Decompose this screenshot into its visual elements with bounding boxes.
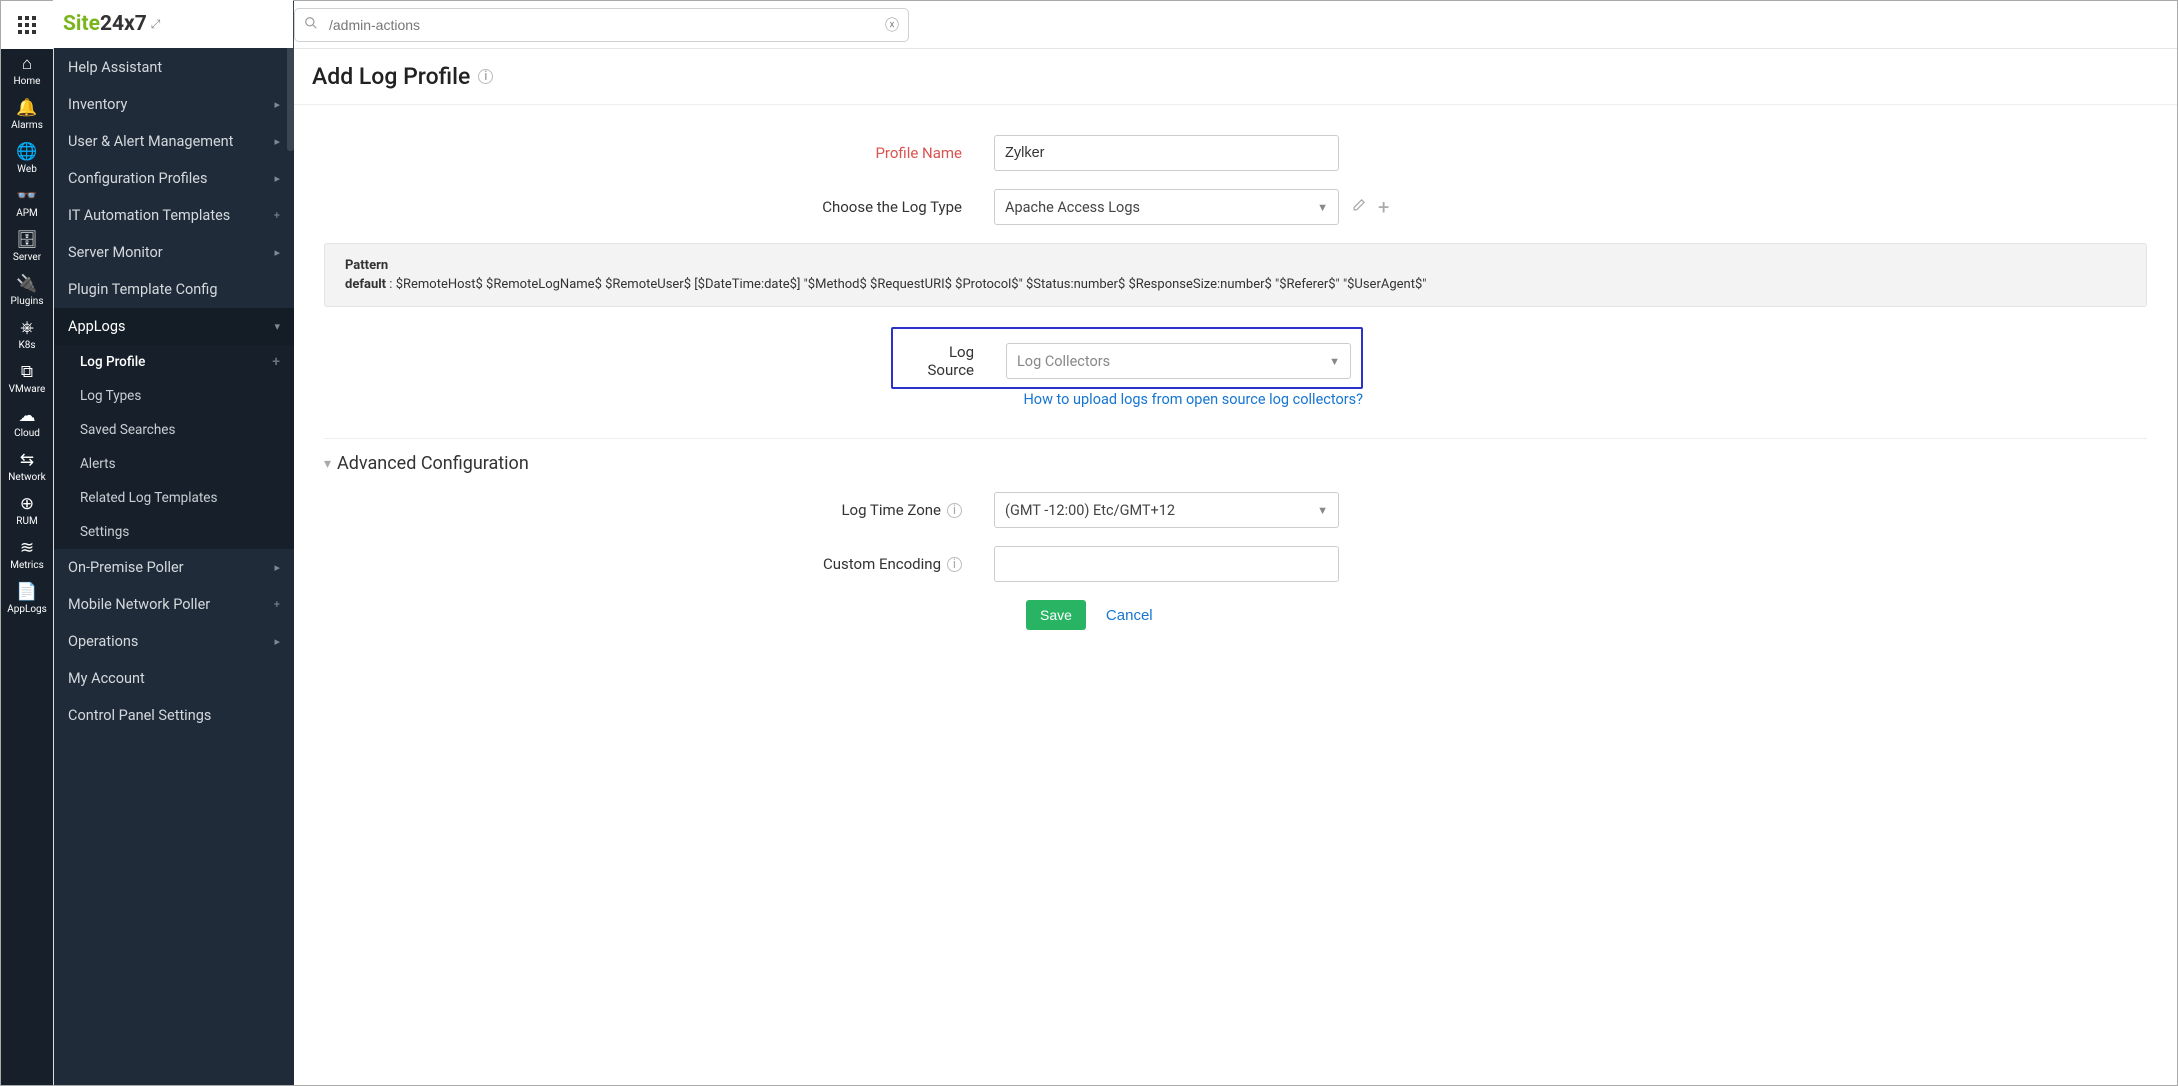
search-input[interactable] (294, 8, 909, 42)
rail-k8s[interactable]: ⎈K8s (1, 313, 53, 357)
chevron-down-icon: ▼ (1317, 504, 1328, 517)
subitem-alerts[interactable]: Alerts (54, 447, 294, 481)
sidebar-applogs-submenu: Log Profile+ Log Types Saved Searches Al… (54, 345, 294, 549)
metrics-icon: ≋ (20, 540, 34, 557)
clear-search-icon[interactable]: ⓧ (885, 15, 899, 35)
plug-icon: 🔌 (16, 276, 37, 293)
rail-network[interactable]: ⇆Network (1, 445, 53, 489)
add-icon[interactable]: + (1378, 195, 1389, 219)
binoculars-icon: 👓 (16, 188, 37, 205)
caret-icon: ▸ (274, 135, 280, 148)
rum-icon: ⊕ (20, 496, 34, 513)
plus-icon: + (274, 209, 280, 222)
pattern-body: default : $RemoteHost$ $RemoteLogName$ $… (345, 277, 2126, 292)
rail-metrics[interactable]: ≋Metrics (1, 533, 53, 577)
sidebar-plugin-template[interactable]: Plugin Template Config (54, 271, 294, 308)
page-title: Add Log Profile i (312, 63, 2159, 90)
form-area: Profile Name Choose the Log Type Apache … (294, 105, 2177, 660)
save-button[interactable]: Save (1026, 600, 1086, 630)
chevron-down-icon: ▼ (1329, 355, 1340, 368)
server-icon: 🗄 (16, 232, 38, 249)
chevron-down-icon: ▾ (324, 456, 331, 472)
rail-server[interactable]: 🗄Server (1, 225, 53, 269)
subitem-saved-searches[interactable]: Saved Searches (54, 413, 294, 447)
log-type-select[interactable]: Apache Access Logs ▼ (994, 189, 1339, 225)
brand-logo: Site24x7 (63, 12, 147, 36)
sidebar-server-monitor[interactable]: Server Monitor▸ (54, 234, 294, 271)
sidebar-control-panel[interactable]: Control Panel Settings (54, 697, 294, 734)
kubernetes-icon: ⎈ (20, 320, 34, 337)
rail-apm[interactable]: 👓APM (1, 181, 53, 225)
info-icon[interactable]: i (947, 557, 962, 572)
rail-alarms[interactable]: 🔔Alarms (1, 93, 53, 137)
rail-plugins[interactable]: 🔌Plugins (1, 269, 53, 313)
advanced-config-header[interactable]: ▾ Advanced Configuration (324, 438, 2147, 474)
sidebar-operations[interactable]: Operations▸ (54, 623, 294, 660)
plus-icon[interactable]: + (272, 354, 280, 370)
chevron-down-icon: ▼ (1317, 201, 1328, 214)
search-wrap: ⓧ (294, 8, 909, 42)
rail-applogs[interactable]: 📄AppLogs (1, 577, 53, 621)
subitem-settings[interactable]: Settings (54, 515, 294, 549)
rail-rum[interactable]: ⊕RUM (1, 489, 53, 533)
sidebar-mobile-poller[interactable]: Mobile Network Poller+ (54, 586, 294, 623)
icon-rail: ⌂Home 🔔Alarms 🌐Web 👓APM 🗄Server 🔌Plugins… (1, 1, 54, 1085)
timezone-label: Log Time Zone i (324, 501, 994, 519)
page-header: Add Log Profile i (294, 49, 2177, 105)
main: Site24x7 ⤢ ⓧ Add Log Profile i Profile N… (294, 1, 2177, 1085)
cloud-icon: ☁ (19, 408, 36, 425)
caret-icon: ▸ (274, 98, 280, 111)
sidebar-inventory[interactable]: Inventory▸ (54, 86, 294, 123)
sidebar-config-profiles[interactable]: Configuration Profiles▸ (54, 160, 294, 197)
sidebar-it-automation[interactable]: IT Automation Templates+ (54, 197, 294, 234)
caret-icon: ▸ (274, 635, 280, 648)
applogs-icon: 📄 (16, 584, 37, 601)
log-source-highlight: Log Source Log Collectors ▼ (891, 327, 1363, 389)
globe-icon: 🌐 (16, 144, 37, 161)
subitem-log-types[interactable]: Log Types (54, 379, 294, 413)
apps-grid-icon[interactable] (18, 1, 36, 49)
profile-name-input[interactable] (994, 135, 1339, 171)
network-icon: ⇆ (20, 452, 34, 469)
rail-cloud[interactable]: ☁Cloud (1, 401, 53, 445)
log-source-label: Log Source (903, 343, 1006, 379)
chevron-down-icon: ▾ (274, 320, 280, 333)
sidebar-applogs[interactable]: AppLogs▾ (54, 308, 294, 345)
cancel-button[interactable]: Cancel (1106, 607, 1153, 624)
caret-icon: ▸ (274, 561, 280, 574)
sidebar-help-assistant[interactable]: Help Assistant (54, 49, 294, 86)
timezone-select[interactable]: (GMT -12:00) Etc/GMT+12 ▼ (994, 492, 1339, 528)
rail-home[interactable]: ⌂Home (1, 49, 53, 93)
sidebar: Help Assistant Inventory▸ User & Alert M… (54, 1, 294, 1085)
info-icon[interactable]: i (947, 503, 962, 518)
encoding-input[interactable] (994, 546, 1339, 582)
edit-icon[interactable] (1351, 198, 1366, 217)
log-type-label: Choose the Log Type (324, 198, 994, 216)
sidebar-user-alert[interactable]: User & Alert Management▸ (54, 123, 294, 160)
bell-icon: 🔔 (16, 100, 37, 117)
log-source-select[interactable]: Log Collectors ▼ (1006, 343, 1351, 379)
expand-icon[interactable]: ⤢ (151, 17, 161, 32)
subitem-log-profile[interactable]: Log Profile+ (54, 345, 294, 379)
caret-icon: ▸ (274, 246, 280, 259)
sidebar-my-account[interactable]: My Account (54, 660, 294, 697)
search-icon (304, 16, 318, 34)
pattern-box: Pattern default : $RemoteHost$ $RemoteLo… (324, 243, 2147, 307)
plus-icon: + (274, 598, 280, 611)
pattern-title: Pattern (345, 258, 2126, 273)
info-icon[interactable]: i (478, 69, 493, 84)
home-icon: ⌂ (22, 56, 32, 73)
caret-icon: ▸ (274, 172, 280, 185)
subitem-related-templates[interactable]: Related Log Templates (54, 481, 294, 515)
rail-web[interactable]: 🌐Web (1, 137, 53, 181)
topbar: ⓧ (294, 1, 2177, 49)
profile-name-label: Profile Name (324, 144, 994, 162)
encoding-label: Custom Encoding i (324, 555, 994, 573)
sidebar-onpremise-poller[interactable]: On-Premise Poller▸ (54, 549, 294, 586)
rail-vmware[interactable]: ⧉VMware (1, 357, 53, 401)
vmware-icon: ⧉ (21, 364, 33, 381)
help-link[interactable]: How to upload logs from open source log … (891, 391, 1363, 408)
